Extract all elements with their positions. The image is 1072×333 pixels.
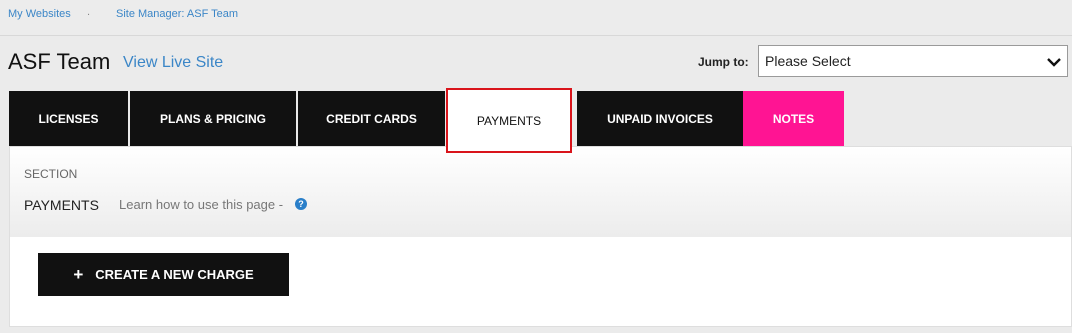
chevron-down-icon — [1047, 58, 1061, 67]
view-live-site-link[interactable]: View Live Site — [123, 54, 223, 72]
content-panel: SECTION PAYMENTS Learn how to use this p… — [9, 146, 1072, 327]
jump-to-value: Please Select — [765, 53, 851, 69]
tab-plans-pricing[interactable]: PLANS & PRICING — [130, 91, 296, 146]
section-label: SECTION — [24, 167, 78, 181]
jump-to-label: Jump to: — [698, 55, 749, 69]
tab-unpaid-invoices[interactable]: UNPAID INVOICES — [577, 91, 743, 146]
tab-credit-cards[interactable]: CREDIT CARDS — [298, 91, 445, 146]
jump-to-select[interactable]: Please Select — [758, 45, 1068, 77]
create-new-charge-button[interactable]: + CREATE A NEW CHARGE — [38, 253, 289, 296]
section-header: SECTION PAYMENTS Learn how to use this p… — [10, 147, 1071, 237]
learn-how-link[interactable]: Learn how to use this page - — [119, 197, 283, 212]
tab-payments[interactable]: PAYMENTS — [446, 88, 572, 153]
breadcrumb-site-manager[interactable]: Site Manager: ASF Team — [116, 8, 238, 20]
breadcrumb-separator: . — [87, 6, 91, 18]
page-title: ASF Team — [8, 49, 111, 74]
breadcrumb: My Websites . Site Manager: ASF Team — [0, 0, 1072, 36]
help-icon[interactable]: ? — [295, 198, 307, 210]
breadcrumb-my-websites[interactable]: My Websites — [8, 8, 71, 20]
create-new-charge-label: CREATE A NEW CHARGE — [95, 267, 254, 282]
tab-licenses[interactable]: LICENSES — [9, 91, 128, 146]
section-name: PAYMENTS — [24, 197, 99, 213]
plus-icon: + — [73, 265, 84, 284]
tab-notes[interactable]: NOTES — [743, 91, 844, 146]
